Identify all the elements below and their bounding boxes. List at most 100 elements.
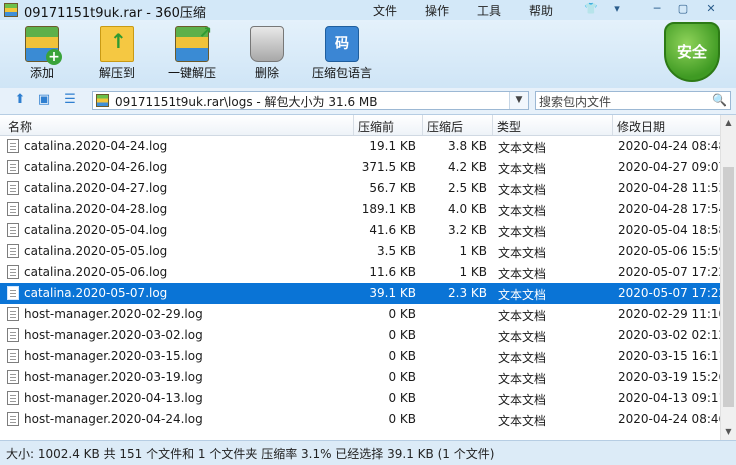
address-bar: ⬆ ▣ ☰ 09171151t9uk.rar\logs - 解包大小为 31.6…: [0, 88, 736, 115]
status-text: 大小: 1002.4 KB 共 151 个文件和 1 个文件夹 压缩率 3.1%…: [6, 447, 495, 461]
column-divider[interactable]: [422, 115, 423, 135]
file-type: 文本文档: [498, 372, 547, 386]
file-modified-date: 2020-04-27 09:07: [618, 160, 727, 174]
file-name: host-manager.2020-04-13.log: [24, 391, 203, 405]
file-row[interactable]: host-manager.2020-03-19.log 0 KB 文本文档 2020-…: [0, 367, 726, 388]
file-modified-date: 2020-03-15 16:11: [618, 349, 727, 363]
text-file-icon: [7, 181, 19, 195]
menu-help[interactable]: 帮助: [529, 2, 553, 19]
search-input[interactable]: 搜索包内文件 🔍: [535, 91, 731, 110]
file-type: 文本文档: [498, 330, 547, 344]
large-icon-view-icon[interactable]: ▣: [36, 93, 52, 107]
file-name: host-manager.2020-03-02.log: [24, 328, 203, 342]
archive-language-label: 压缩包语言: [312, 66, 373, 80]
file-modified-date: 2020-03-19 15:26: [618, 370, 727, 384]
file-row[interactable]: host-manager.2020-03-02.log 0 KB 文本文档 2020-…: [0, 325, 726, 346]
file-name: catalina.2020-04-28.log: [24, 202, 168, 216]
close-button[interactable]: ✕: [700, 1, 722, 17]
title-bar: 09171151t9uk.rar - 360压缩 文件 操作 工具 帮助 👕 ▾…: [0, 0, 736, 21]
file-compressed-size: 4.2 KB: [448, 160, 487, 174]
window-title: 09171151t9uk.rar - 360压缩: [24, 6, 206, 21]
scroll-up-icon[interactable]: ▲: [721, 115, 736, 131]
menu-dropdown-icon[interactable]: ▾: [606, 1, 628, 17]
extract-to-button[interactable]: 解压到: [87, 26, 147, 81]
file-row[interactable]: catalina.2020-04-24.log 19.1 KB 3.8 KB 文本文档…: [0, 136, 726, 157]
menu-operation[interactable]: 操作: [425, 2, 449, 19]
column-compressed-size[interactable]: 压缩后: [427, 118, 463, 135]
up-arrow-icon[interactable]: ⬆: [12, 93, 28, 107]
file-compressed-size: 2.3 KB: [448, 286, 487, 300]
text-file-icon: [7, 349, 19, 363]
archive-language-button[interactable]: 码 压缩包语言: [312, 26, 372, 81]
file-compressed-size: 1 KB: [459, 265, 487, 279]
path-dropdown-icon[interactable]: ▼: [509, 92, 528, 109]
file-row[interactable]: host-manager.2020-04-13.log 0 KB 文本文档 2020-…: [0, 388, 726, 409]
add-button[interactable]: 添加: [12, 26, 72, 81]
file-original-size: 39.1 KB: [369, 286, 416, 300]
column-divider[interactable]: [612, 115, 613, 135]
add-button-label: 添加: [29, 66, 54, 80]
file-type: 文本文档: [498, 246, 547, 260]
file-row[interactable]: catalina.2020-04-27.log 56.7 KB 2.5 KB 文本文档…: [0, 178, 726, 199]
column-header: 名称 压缩前 压缩后 类型 修改日期: [0, 115, 720, 136]
file-original-size: 189.1 KB: [361, 202, 416, 216]
scroll-down-icon[interactable]: ▼: [721, 424, 736, 440]
add-archive-icon: [25, 26, 62, 65]
file-type: 文本文档: [498, 414, 547, 428]
text-file-icon: [7, 223, 19, 237]
path-field[interactable]: 09171151t9uk.rar\logs - 解包大小为 31.6 MB ▼: [92, 91, 529, 110]
maximize-button[interactable]: ▢: [672, 1, 694, 17]
minimize-button[interactable]: ─: [646, 1, 668, 17]
file-row[interactable]: catalina.2020-04-28.log 189.1 KB 4.0 KB 文本文…: [0, 199, 726, 220]
file-type: 文本文档: [498, 162, 547, 176]
file-type: 文本文档: [498, 183, 547, 197]
skin-icon[interactable]: 👕: [580, 1, 602, 17]
file-row[interactable]: catalina.2020-04-26.log 371.5 KB 4.2 KB 文本文…: [0, 157, 726, 178]
column-type[interactable]: 类型: [497, 118, 521, 135]
column-modified-date[interactable]: 修改日期: [617, 118, 665, 135]
text-file-icon: [7, 202, 19, 216]
file-type: 文本文档: [498, 267, 547, 281]
file-type: 文本文档: [498, 204, 547, 218]
language-icon: 码: [325, 26, 359, 62]
menu-tools[interactable]: 工具: [477, 2, 501, 19]
file-row[interactable]: host-manager.2020-03-15.log 0 KB 文本文档 2020-…: [0, 346, 726, 367]
column-divider[interactable]: [353, 115, 354, 135]
delete-button[interactable]: 删除: [237, 26, 297, 81]
file-modified-date: 2020-02-29 11:10: [618, 307, 727, 321]
file-original-size: 0 KB: [388, 370, 416, 384]
file-modified-date: 2020-05-06 15:59: [618, 244, 727, 258]
file-name: host-manager.2020-04-24.log: [24, 412, 203, 426]
status-bar: 大小: 1002.4 KB 共 151 个文件和 1 个文件夹 压缩率 3.1%…: [0, 440, 736, 465]
search-icon[interactable]: 🔍: [712, 93, 727, 107]
file-row[interactable]: catalina.2020-05-06.log 11.6 KB 1 KB 文本文档 20…: [0, 262, 726, 283]
file-modified-date: 2020-04-24 08:46: [618, 412, 727, 426]
security-shield-button[interactable]: 安全: [664, 22, 720, 82]
one-click-extract-button[interactable]: 一键解压: [162, 23, 222, 81]
search-placeholder: 搜索包内文件: [539, 95, 612, 109]
vertical-scrollbar[interactable]: ▲ ▼: [720, 115, 736, 440]
file-type: 文本文档: [498, 351, 547, 365]
scrollbar-thumb[interactable]: [723, 167, 734, 407]
file-original-size: 0 KB: [388, 307, 416, 321]
file-row[interactable]: catalina.2020-05-05.log 3.5 KB 1 KB 文本文档 202…: [0, 241, 726, 262]
column-divider[interactable]: [492, 115, 493, 135]
text-file-icon: [7, 370, 19, 384]
column-name[interactable]: 名称: [8, 118, 32, 135]
file-modified-date: 2020-05-07 17:22: [618, 286, 727, 300]
extract-to-label: 解压到: [98, 66, 135, 80]
one-click-extract-label: 一键解压: [167, 66, 216, 80]
path-text: 09171151t9uk.rar\logs - 解包大小为 31.6 MB: [115, 95, 378, 109]
file-row[interactable]: catalina.2020-05-07.log 39.1 KB 2.3 KB 文本文档…: [0, 283, 726, 304]
list-view-icon[interactable]: ☰: [62, 93, 78, 107]
file-original-size: 0 KB: [388, 391, 416, 405]
file-row[interactable]: host-manager.2020-04-24.log 0 KB 文本文档 2020-…: [0, 409, 726, 430]
column-original-size[interactable]: 压缩前: [358, 118, 394, 135]
file-rows: catalina.2020-04-24.log 19.1 KB 3.8 KB 文本文档…: [0, 136, 726, 430]
file-original-size: 11.6 KB: [369, 265, 416, 279]
menu-file[interactable]: 文件: [373, 2, 397, 19]
file-row[interactable]: catalina.2020-05-04.log 41.6 KB 3.2 KB 文本文档…: [0, 220, 726, 241]
file-row[interactable]: host-manager.2020-02-29.log 0 KB 文本文档 2020-…: [0, 304, 726, 325]
delete-label: 删除: [254, 66, 279, 80]
text-file-icon: [7, 307, 19, 321]
